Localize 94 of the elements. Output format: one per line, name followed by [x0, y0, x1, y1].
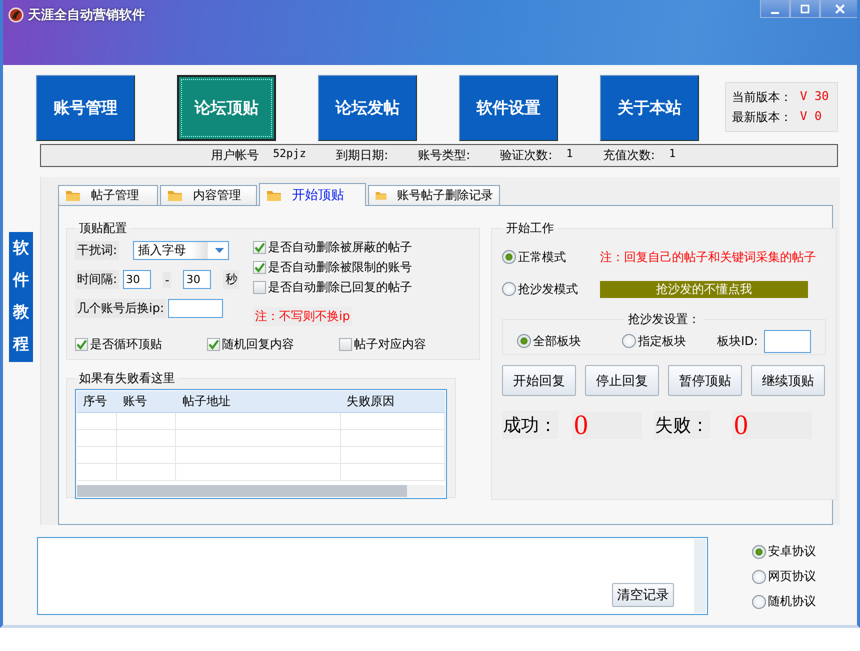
radio-label: 全部板块: [533, 332, 581, 350]
checkbox-label: 是否自动删除被屏蔽的帖子: [268, 239, 412, 256]
group-title: 抢沙发设置：: [626, 311, 701, 328]
minimize-icon: [771, 12, 779, 14]
column-header: 账号: [122, 393, 148, 410]
maximize-button[interactable]: [790, 0, 820, 18]
info-label: 充值次数:: [602, 147, 655, 164]
checkbox[interactable]: [253, 241, 266, 254]
interval-from-field[interactable]: 30: [123, 270, 152, 289]
help-button[interactable]: 抢沙发的不懂点我: [600, 280, 808, 298]
nav-button[interactable]: 论坛发帖: [318, 75, 417, 141]
checkbox-label: 随机回复内容: [222, 336, 294, 353]
checkbox[interactable]: [253, 261, 266, 274]
maximize-icon: [800, 4, 810, 13]
info-value: 1: [668, 147, 676, 162]
info-label: 到期日期:: [336, 147, 388, 164]
minimize-button[interactable]: [760, 0, 790, 18]
folder-icon: [168, 191, 182, 201]
action-button[interactable]: 继续顶贴: [751, 365, 825, 396]
field-label: 干扰词:: [75, 241, 120, 260]
version-value: V 0: [800, 108, 822, 124]
version-value: V 30: [800, 88, 829, 104]
checkbox[interactable]: [253, 281, 266, 294]
action-button[interactable]: 暂停顶贴: [668, 365, 742, 396]
note-text: 注：回复自己的帖子和关键词采集的帖子: [600, 248, 816, 266]
radio-label: 正常模式: [518, 248, 566, 266]
tab[interactable]: 开始顶贴: [259, 183, 366, 206]
checkbox-label: 是否循环顶贴: [90, 336, 162, 353]
interference-dropdown[interactable]: 插入字母: [133, 241, 230, 260]
column-header: 失败原因: [346, 393, 396, 410]
note-text: 注：不写则不换ip: [253, 307, 352, 326]
action-button[interactable]: 开始回复: [502, 365, 576, 396]
nav-button[interactable]: 论坛顶贴: [177, 75, 276, 141]
field-label: 时间隔:: [75, 270, 120, 289]
checkbox[interactable]: [75, 338, 88, 351]
checkbox-label: 帖子对应内容: [354, 336, 426, 353]
folder-icon: [376, 192, 386, 200]
radio-button[interactable]: [502, 250, 516, 264]
group-title: 顶贴配置: [78, 220, 128, 237]
stat-value: 0: [572, 412, 642, 438]
tab[interactable]: 账号帖子删除记录: [368, 185, 500, 205]
caret-icon: [215, 248, 224, 252]
checkbox[interactable]: [339, 338, 352, 351]
radio-button[interactable]: [517, 334, 531, 348]
info-label: 验证次数:: [500, 147, 552, 164]
version-label: 当前版本：: [732, 88, 792, 106]
app-logo-icon: [8, 8, 24, 22]
folder-icon: [267, 190, 281, 200]
tab[interactable]: 帖子管理: [58, 185, 158, 205]
window-title: 天涯全自动营销软件: [28, 7, 145, 24]
radio-button[interactable]: [752, 544, 766, 558]
stat-label: 失败：: [654, 411, 710, 439]
info-value: 52pjz: [273, 147, 306, 162]
radio-label: 网页协议: [768, 568, 816, 585]
version-label: 最新版本：: [732, 108, 792, 126]
field-label: 几个账号后换ip:: [75, 299, 166, 318]
radio-label: 抢沙发模式: [518, 280, 578, 298]
radio-label: 随机协议: [768, 593, 816, 610]
folder-icon: [66, 191, 80, 201]
action-button[interactable]: 停止回复: [585, 365, 659, 396]
info-label: 账号类型:: [418, 147, 470, 164]
radio-button[interactable]: [752, 594, 766, 608]
nav-button[interactable]: 关于本站: [600, 75, 699, 141]
ip-switch-field[interactable]: [168, 299, 223, 318]
tab[interactable]: 内容管理: [160, 185, 257, 205]
unit-label: 秒: [223, 270, 240, 289]
close-icon: [835, 4, 845, 14]
checkbox-label: 是否自动删除被限制的账号: [268, 259, 412, 276]
checkbox-label: 是否自动删除已回复的帖子: [268, 279, 412, 296]
checkbox[interactable]: [207, 338, 220, 351]
group-title: 开始工作: [505, 220, 555, 237]
radio-label: 安卓协议: [768, 543, 816, 560]
horizontal-scrollbar[interactable]: [77, 485, 445, 497]
stat-label: 成功：: [502, 411, 558, 439]
radio-button[interactable]: [622, 334, 636, 348]
column-header: 帖子地址: [181, 393, 232, 410]
vertical-scrollbar[interactable]: [694, 539, 706, 613]
tutorial-link[interactable]: 软件教程: [9, 232, 33, 362]
clear-log-button[interactable]: 清空记录: [612, 583, 674, 607]
close-button[interactable]: [820, 0, 857, 18]
radio-label: 指定板块: [638, 332, 686, 350]
nav-button[interactable]: 账号管理: [36, 75, 135, 141]
board-id-field[interactable]: [764, 330, 811, 352]
range-separator: -: [163, 272, 172, 288]
info-label: 用户帐号: [211, 147, 259, 164]
nav-button[interactable]: 软件设置: [459, 75, 558, 141]
stat-value: 0: [732, 412, 812, 438]
info-value: 1: [566, 147, 573, 162]
column-header: 序号: [82, 393, 108, 410]
interval-to-field[interactable]: 30: [183, 270, 212, 289]
radio-button[interactable]: [752, 570, 766, 584]
radio-button[interactable]: [502, 282, 516, 296]
field-label: 板块ID:: [717, 332, 758, 350]
group-title: 如果有失败看这里: [78, 370, 176, 387]
